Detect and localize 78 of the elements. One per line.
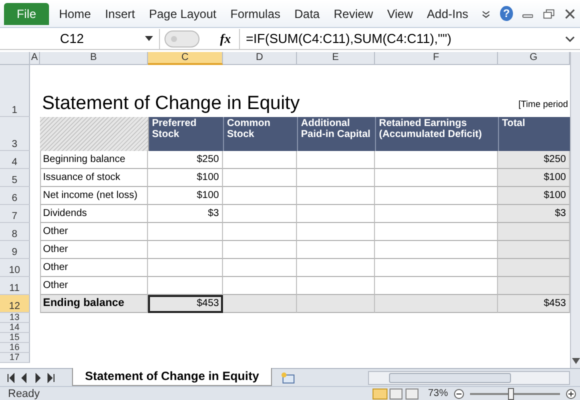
column-heading: Retained Earnings (Accumulated Deficit) [376, 117, 499, 151]
row-label: Other [40, 223, 148, 241]
column-header[interactable]: F [375, 52, 498, 65]
column-header[interactable]: E [297, 52, 375, 65]
ribbon-tab[interactable]: Formulas [224, 6, 288, 20]
row-header[interactable]: 15 [0, 333, 30, 343]
zoom-level: 73% [428, 388, 448, 399]
zoom-in-icon[interactable] [566, 388, 576, 398]
zoom-slider-thumb[interactable] [508, 388, 514, 400]
table-cell [498, 241, 570, 259]
column-header[interactable]: G [498, 52, 570, 65]
row-header[interactable]: 14 [0, 323, 30, 333]
row-label: Other [40, 241, 148, 259]
row-label: Issuance of stock [40, 169, 148, 187]
close-icon[interactable] [565, 8, 576, 20]
table-cell [498, 259, 570, 277]
table-cell: $3 [148, 205, 223, 223]
row-header[interactable]: 4 [0, 151, 30, 169]
ribbon-tab[interactable]: Insert [98, 6, 143, 20]
insert-function-button[interactable]: fx [220, 30, 231, 46]
row-label: Net income (net loss) [40, 187, 148, 205]
table-cell: $100 [498, 169, 570, 187]
row-header[interactable]: 7 [0, 205, 30, 223]
row-header[interactable]: 11 [0, 277, 30, 295]
row-header[interactable]: 3 [0, 117, 30, 151]
table-cell: $3 [498, 205, 570, 223]
table-cell: $100 [148, 187, 223, 205]
table-cell: $100 [498, 187, 570, 205]
help-icon[interactable]: ? [500, 6, 513, 21]
ribbon-tab[interactable]: Add-Ins [420, 6, 476, 20]
table-cell [498, 277, 570, 295]
sheet-title: Statement of Change in Equity [42, 93, 300, 115]
ribbon-tab[interactable]: Review [328, 6, 382, 20]
formula-field[interactable]: =IF(SUM(C4:C11),SUM(C4:C11),"") [238, 28, 560, 48]
ribbon-tab[interactable]: Data [288, 6, 328, 20]
scroll-down-icon[interactable] [572, 358, 580, 364]
row-header[interactable]: 5 [0, 169, 30, 187]
ribbon-tab[interactable]: View [381, 6, 421, 20]
column-header[interactable]: A [30, 52, 40, 65]
time-period-text: [Time period [518, 99, 568, 109]
row-header[interactable]: 16 [0, 343, 30, 353]
table-cell: $100 [148, 169, 223, 187]
row-header[interactable]: 8 [0, 223, 30, 241]
status-text: Ready [8, 388, 40, 400]
table-cell: $250 [148, 151, 223, 169]
table-cell: $453 [498, 295, 570, 313]
dropdown-icon[interactable] [145, 36, 153, 41]
column-header[interactable]: B [40, 52, 148, 65]
table-cell [498, 223, 570, 241]
table-cell: $453 [148, 295, 223, 313]
row-header[interactable]: 6 [0, 187, 30, 205]
column-heading: Additional Paid-in Capital [298, 117, 376, 151]
column-heading: Total [499, 117, 570, 151]
row-header[interactable]: 12 [0, 295, 30, 313]
vertical-scrollbar[interactable] [570, 52, 580, 368]
name-box[interactable]: C12 [0, 28, 160, 48]
zoom-out-icon[interactable] [454, 388, 464, 398]
ribbon-tab[interactable]: Page Layout [142, 6, 224, 20]
sheet-tab[interactable]: Statement of Change in Equity [72, 368, 272, 386]
ribbon-tab[interactable]: Home [52, 6, 99, 20]
row-header[interactable]: 1 [0, 65, 30, 117]
expand-icon[interactable] [565, 36, 575, 42]
row-label: Other [40, 259, 148, 277]
row-header[interactable]: 17 [0, 353, 30, 363]
row-header[interactable]: 9 [0, 241, 30, 259]
row-label: Ending balance [40, 295, 148, 313]
column-heading: Preferred Stock [149, 117, 224, 151]
row-label: Beginning balance [40, 151, 148, 169]
row-header[interactable]: 13 [0, 313, 30, 323]
restore-icon[interactable] [543, 8, 556, 20]
column-header[interactable]: C [148, 52, 223, 65]
row-header[interactable]: 10 [0, 259, 30, 277]
column-header[interactable]: D [223, 52, 297, 65]
table-cell: $250 [498, 151, 570, 169]
row-label: Dividends [40, 205, 148, 223]
horizontal-scrollbar[interactable] [368, 370, 570, 384]
file-tab[interactable]: File [4, 2, 49, 24]
column-heading: Common Stock [224, 117, 298, 151]
